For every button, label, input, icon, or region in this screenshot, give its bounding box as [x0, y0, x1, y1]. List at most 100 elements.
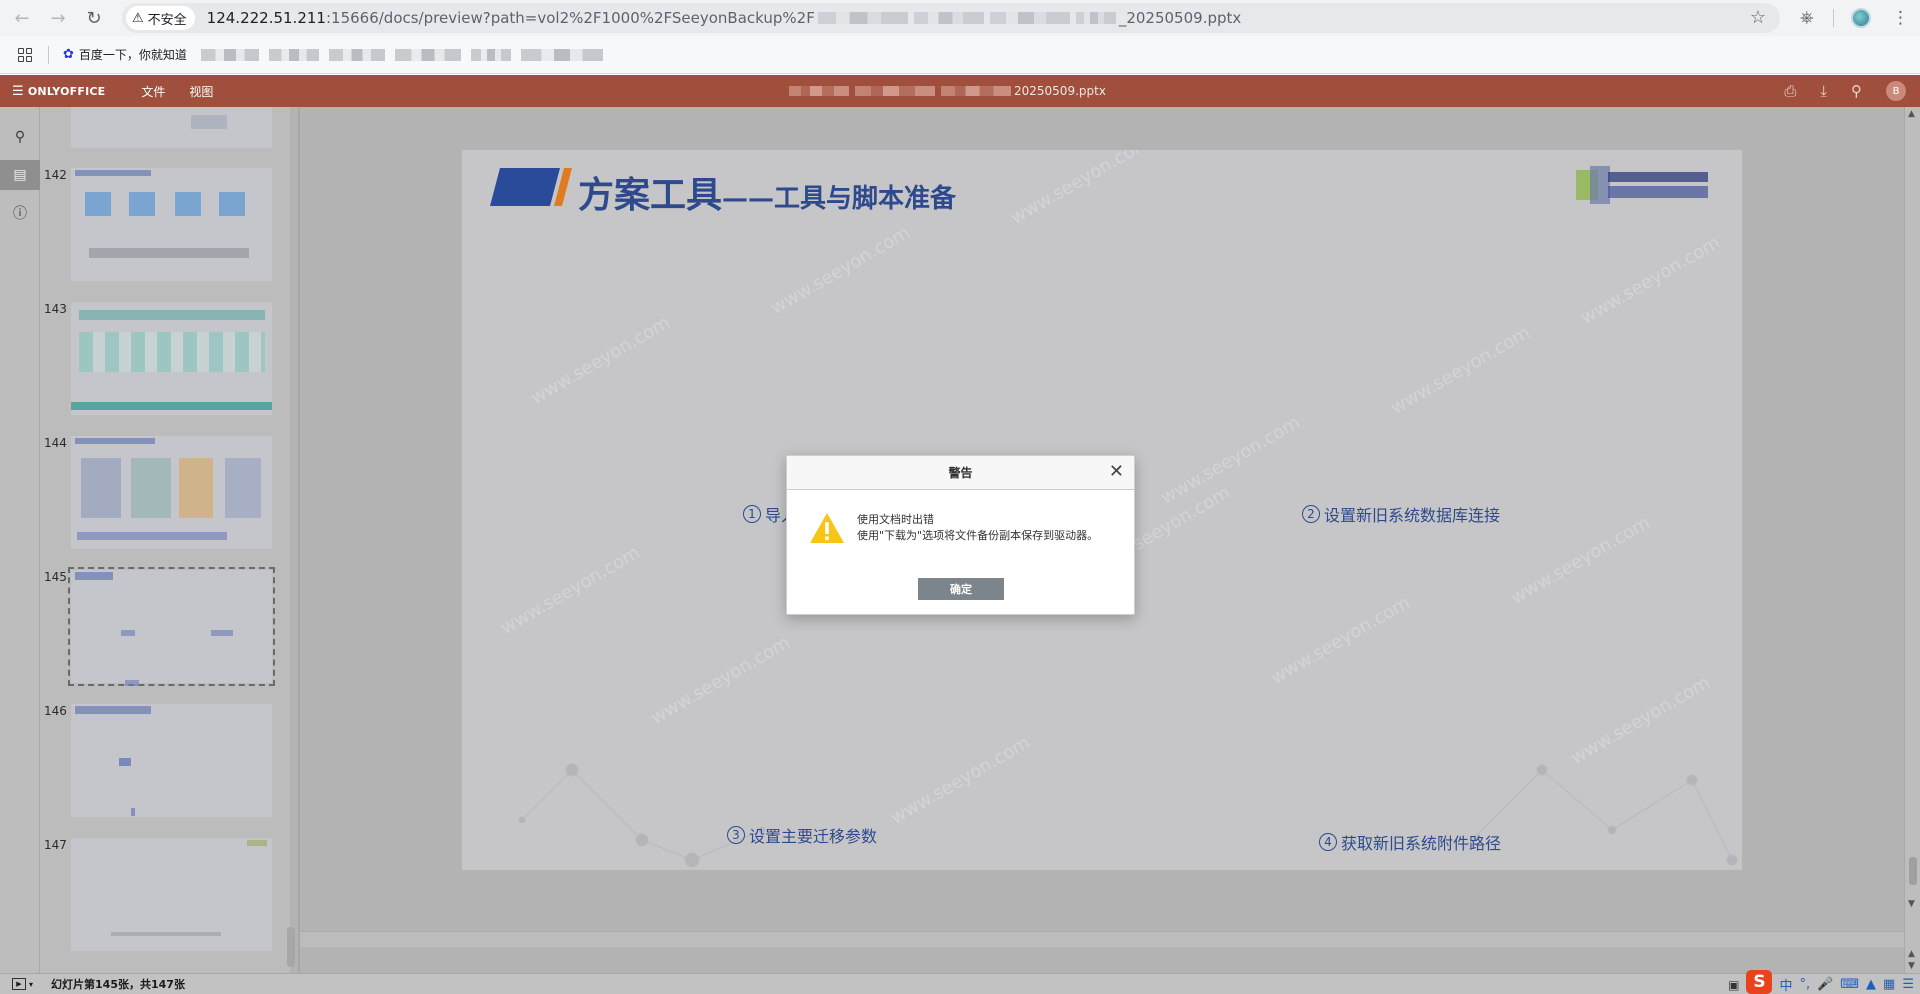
- watermark: www.seeyon.com: [497, 542, 644, 639]
- sogou-ime-icon[interactable]: S: [1746, 969, 1773, 994]
- download-icon[interactable]: ⤓: [1820, 82, 1827, 100]
- prev-slide-icon[interactable]: ▲: [1908, 949, 1915, 959]
- status-bar: ▶ ▾ 幻灯片第145张，共147张 ▣ S 中 °, 🎤 ⌨ ▲ ▦ ☰: [0, 969, 1920, 994]
- bookmark-label: 百度一下，你就知道: [78, 48, 187, 62]
- pane-divider[interactable]: [298, 107, 300, 973]
- scroll-thumb[interactable]: [1909, 857, 1917, 885]
- close-icon[interactable]: ✕: [1109, 462, 1124, 482]
- next-slide-icon[interactable]: ▼: [1908, 961, 1915, 971]
- ok-button[interactable]: 确定: [918, 578, 1004, 600]
- microphone-icon[interactable]: 🎤: [1817, 977, 1833, 992]
- fit-slide-icon[interactable]: ▣: [1728, 978, 1739, 992]
- title-bars-graphic: [490, 168, 572, 206]
- scroll-down-icon[interactable]: ▼: [1908, 899, 1915, 909]
- play-slideshow-icon[interactable]: ▶: [12, 978, 26, 990]
- redacted-bookmark[interactable]: [520, 48, 603, 61]
- url-host: 124.222.51.211: [206, 9, 326, 27]
- redacted-bookmark[interactable]: [394, 48, 461, 61]
- menu-file[interactable]: 文件: [141, 83, 165, 100]
- thumbnail-number: 146: [44, 704, 67, 718]
- warning-triangle-icon: ⚠: [132, 10, 144, 26]
- document-title: 20250509.pptx: [786, 75, 1106, 107]
- punctuation-icon[interactable]: °,: [1799, 977, 1810, 992]
- redacted-bookmark[interactable]: [328, 48, 385, 61]
- reload-icon[interactable]: ↻: [76, 0, 112, 36]
- watermark: www.seeyon.com: [1387, 322, 1534, 419]
- bookmark-baidu[interactable]: ✿ 百度一下，你就知道: [63, 46, 187, 63]
- menu-view[interactable]: 视图: [189, 83, 213, 100]
- watermark: www.seeyon.com: [1577, 232, 1724, 329]
- vertical-scrollbar[interactable]: ▲ ▼ ▲ ▼: [1904, 107, 1920, 973]
- url-path: :15666/docs/preview?path=vol2%2F1000%2FS…: [325, 9, 815, 27]
- security-label: 不安全: [147, 12, 187, 28]
- redacted-bookmark[interactable]: [470, 48, 511, 61]
- dialog-message: 使用文档时出错 使用"下载为"选项将文件备份副本保存到驱动器。: [857, 512, 1098, 544]
- ime-mode-label[interactable]: 中: [1779, 975, 1792, 994]
- bookmarks-bar: ✿ 百度一下，你就知道: [0, 36, 1920, 74]
- user-avatar[interactable]: B: [1886, 81, 1906, 101]
- skin-shirt-icon[interactable]: ▲: [1866, 977, 1876, 992]
- step-number: 2: [1302, 505, 1320, 523]
- horizontal-scrollbar[interactable]: [300, 931, 1904, 947]
- forward-arrow-icon[interactable]: →: [40, 0, 76, 36]
- back-arrow-icon[interactable]: ←: [4, 0, 40, 36]
- step-number: 3: [727, 826, 745, 844]
- kebab-menu-icon[interactable]: ⋮: [1892, 8, 1909, 28]
- slide-title-main: 方案工具: [578, 174, 723, 216]
- apps-grid-icon[interactable]: [18, 47, 32, 62]
- step-number: 4: [1319, 833, 1337, 851]
- url-suffix: _20250509.pptx: [1118, 9, 1242, 27]
- header-actions: ⎙ ⤓ ⚲ B: [1784, 75, 1906, 107]
- bookmark-star-icon[interactable]: ☆: [1750, 7, 1766, 28]
- profile-avatar[interactable]: [1851, 8, 1871, 28]
- bookmarks-divider: [48, 45, 49, 64]
- chevron-down-icon[interactable]: ▾: [29, 980, 33, 989]
- security-chip[interactable]: ⚠ 不安全: [126, 6, 195, 30]
- dialog-body: 使用文档时出错 使用"下载为"选项将文件备份副本保存到驱动器。: [787, 490, 1134, 570]
- print-icon[interactable]: ⎙: [1784, 82, 1796, 100]
- dialog-header: 警告 ✕: [787, 456, 1134, 490]
- redacted-bookmark[interactable]: [268, 48, 319, 61]
- toolbox-icon[interactable]: ▦: [1883, 977, 1895, 992]
- slide-thumbnail[interactable]: [71, 704, 272, 817]
- brand-name: ONLYOFFICE: [27, 84, 106, 98]
- slide-title-sub: ——工具与脚本准备: [722, 184, 957, 214]
- system-tray: ▣ S 中 °, 🎤 ⌨ ▲ ▦ ☰: [1728, 969, 1914, 994]
- slide-thumbnail[interactable]: [71, 302, 272, 415]
- slide-thumbnail-selected[interactable]: [68, 567, 275, 686]
- step-3: 3 设置主要迁移参数: [727, 823, 877, 847]
- slide-title: 方案工具——工具与脚本准备: [578, 166, 956, 218]
- slide-counter: 幻灯片第145张，共147张: [51, 978, 185, 991]
- step-label: 设置主要迁移参数: [749, 827, 878, 846]
- slides-panel-icon[interactable]: ▤: [0, 160, 40, 190]
- redacted-bookmark[interactable]: [200, 48, 259, 61]
- slide-thumbnail[interactable]: [71, 838, 272, 951]
- warning-icon: [810, 513, 844, 543]
- layers-logo-icon: ☰: [12, 83, 24, 99]
- browser-toolbar: ← → ↻ ⚠ 不安全 124.222.51.211 :15666/docs/p…: [0, 0, 1920, 36]
- step-4: 4 获取新旧系统附件路径: [1319, 830, 1501, 854]
- slide-thumbnails-panel: 142 143 144 145 146 147: [40, 107, 290, 973]
- redacted-block: [817, 12, 908, 24]
- step-label: 设置新旧系统数据库连接: [1324, 506, 1501, 525]
- thumbnails-scrollbar[interactable]: [287, 927, 295, 967]
- scroll-up-icon[interactable]: ▲: [1908, 109, 1915, 119]
- step-number: 1: [743, 505, 761, 523]
- slide-thumbnail[interactable]: [71, 107, 272, 148]
- url-text: 124.222.51.211 :15666/docs/preview?path=…: [207, 9, 1242, 27]
- more-tray-icon[interactable]: ☰: [1902, 977, 1914, 992]
- search-icon[interactable]: ⚲: [1851, 82, 1862, 100]
- slide-thumbnail[interactable]: [71, 168, 272, 281]
- thumbnail-number: 145: [44, 570, 67, 584]
- redacted-block: [1075, 12, 1116, 24]
- slide-thumbnail[interactable]: [71, 436, 272, 549]
- network-decoration: [518, 763, 1738, 868]
- keyboard-icon[interactable]: ⌨: [1840, 977, 1859, 992]
- thumbnail-number: 147: [44, 838, 67, 852]
- dialog-message-line2: 使用"下载为"选项将文件备份副本保存到驱动器。: [857, 529, 1099, 542]
- search-icon[interactable]: ⚲: [0, 122, 40, 152]
- info-icon[interactable]: ⓘ: [0, 198, 40, 228]
- watermark: www.seeyon.com: [527, 312, 674, 409]
- address-bar[interactable]: ⚠ 不安全 124.222.51.211 :15666/docs/preview…: [122, 3, 1780, 33]
- watermark: www.seeyon.com: [767, 222, 914, 319]
